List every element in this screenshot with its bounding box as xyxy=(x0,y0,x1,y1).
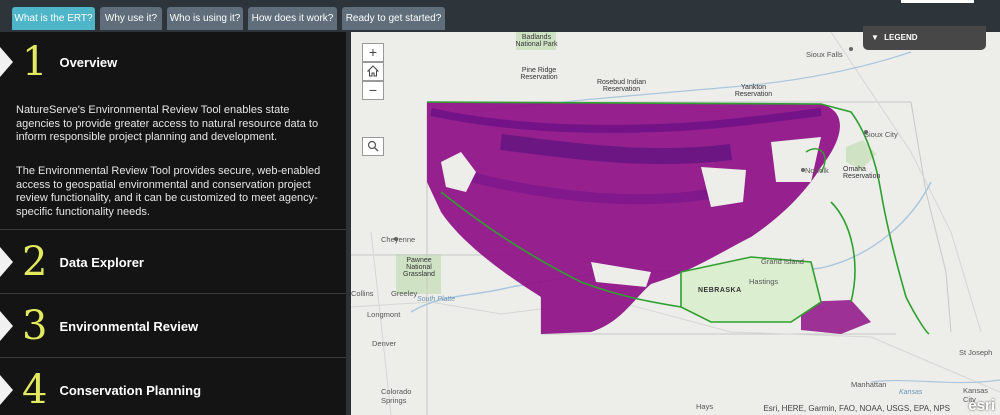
map-label: NEBRASKA xyxy=(698,287,742,294)
map-label: Rosebud Indian Reservation xyxy=(596,79,647,93)
section-environmental-review-header[interactable]: 3 Environmental Review xyxy=(0,306,346,346)
map-label: Omaha Reservation xyxy=(843,166,881,180)
divider xyxy=(0,229,346,230)
map-label: Hastings xyxy=(749,277,779,286)
map-label: Yankton Reservation xyxy=(734,84,773,98)
map-label: Sioux Falls xyxy=(806,50,843,59)
map-label: Badlands National Park xyxy=(515,34,558,48)
divider xyxy=(0,357,346,358)
map-label: Cheyenne xyxy=(381,235,416,244)
search-icon xyxy=(367,140,379,152)
section-arrow-icon xyxy=(0,47,13,77)
map-label: Greeley xyxy=(391,289,418,298)
map-label: Kansas xyxy=(899,389,923,396)
search-button[interactable] xyxy=(362,137,384,156)
section-number: 1 xyxy=(22,39,48,85)
map-label: Sioux City xyxy=(864,130,898,139)
map-label: Longmont xyxy=(367,310,401,319)
river xyxy=(870,379,1000,384)
header-control[interactable] xyxy=(901,0,974,3)
section-overview-header[interactable]: 1 Overview xyxy=(0,42,346,82)
section-number: 2 xyxy=(22,239,48,285)
section-conservation-planning-header[interactable]: 4 Conservation Planning xyxy=(0,370,346,410)
sidebar: 1 Overview NatureServe's Environmental R… xyxy=(0,32,346,415)
section-title: Conservation Planning xyxy=(59,382,202,398)
section-arrow-icon xyxy=(0,247,13,277)
section-number: 4 xyxy=(22,367,48,413)
boundary-outline xyxy=(830,201,856,303)
map-label: Pawnee National Grassland xyxy=(403,257,435,278)
section-number: 3 xyxy=(22,303,48,349)
zoom-in-button[interactable]: + xyxy=(362,43,384,62)
section-arrow-icon xyxy=(0,375,13,405)
tab-how-does-it-work[interactable]: How does it work? xyxy=(248,7,337,30)
section-title: Overview xyxy=(59,54,118,70)
map-label: Hays xyxy=(696,402,714,411)
chevron-down-icon: ▼ xyxy=(871,33,879,42)
map-label: Denver xyxy=(372,339,397,348)
section-arrow-icon xyxy=(0,311,13,341)
map-view[interactable]: Badlands National Park Pine Ridge Reserv… xyxy=(351,32,1000,415)
map-label: Manhattan xyxy=(851,380,887,389)
section-title: Environmental Review xyxy=(59,318,199,334)
legend-label: LEGEND xyxy=(884,33,918,42)
legend-toggle[interactable]: ▼ LEGEND xyxy=(863,26,986,50)
zoom-out-button[interactable]: − xyxy=(362,81,384,100)
city-dot xyxy=(849,47,853,51)
map-label: Colorado Springs xyxy=(381,387,412,405)
map-attribution: Esri, HERE, Garmin, FAO, NOAA, USGS, EPA… xyxy=(763,404,950,413)
tab-who-is-using-it[interactable]: Who is using it? xyxy=(167,7,243,30)
home-button[interactable] xyxy=(362,62,384,81)
map-label: Norfolk xyxy=(805,166,829,175)
divider xyxy=(0,293,346,294)
esri-logo: esri xyxy=(968,397,995,414)
state-border xyxy=(910,101,952,333)
map-label: Pine Ridge Reservation xyxy=(520,67,558,81)
tab-why-use-it[interactable]: Why use it? xyxy=(100,7,162,30)
map-label: Collins xyxy=(351,289,374,298)
overview-paragraph-2: The Environmental Review Tool provides s… xyxy=(16,165,321,218)
section-data-explorer-header[interactable]: 2 Data Explorer xyxy=(0,242,346,282)
map-label: St Joseph xyxy=(959,348,993,357)
map-label: Grand Island xyxy=(761,257,804,266)
basemap xyxy=(351,32,1000,415)
top-nav-bar: What is the ERT? Why use it? Who is usin… xyxy=(0,0,1000,32)
overview-paragraph-1: NatureServe's Environmental Review Tool … xyxy=(16,104,319,143)
tab-ready-to-get-started[interactable]: Ready to get started? xyxy=(342,7,445,30)
home-icon xyxy=(366,65,380,77)
section-title: Data Explorer xyxy=(59,254,144,270)
tab-what-is-ert[interactable]: What is the ERT? xyxy=(12,7,95,30)
map-label: South Platte xyxy=(417,296,456,303)
road xyxy=(351,299,1000,393)
